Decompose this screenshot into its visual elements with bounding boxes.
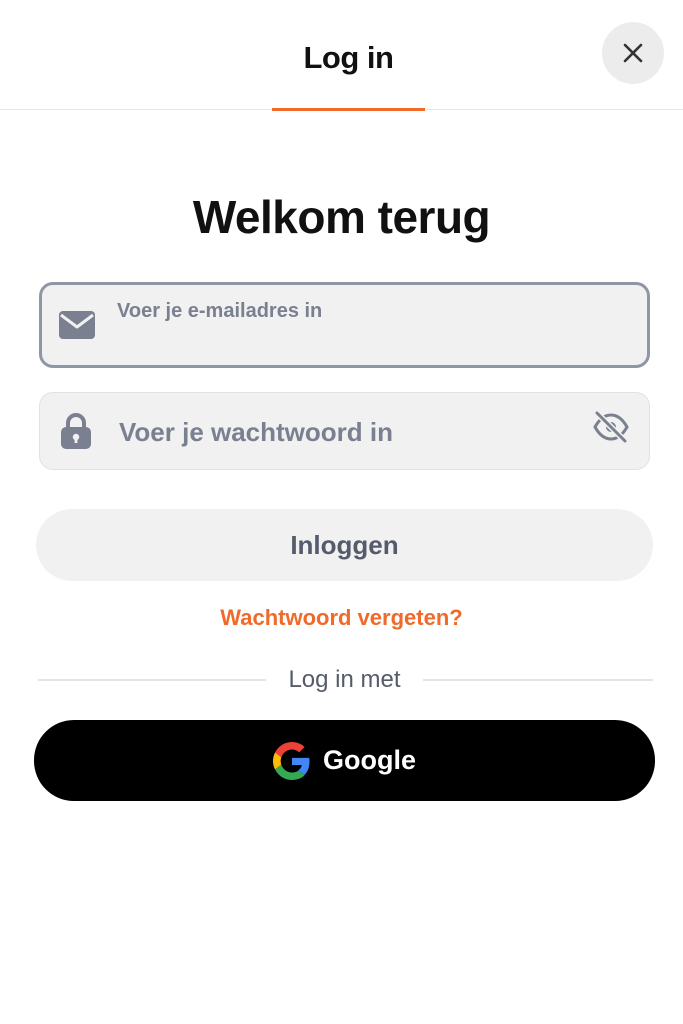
- tab-active-indicator: [272, 108, 425, 111]
- divider-line-left: [38, 679, 266, 681]
- google-icon: [273, 741, 311, 780]
- tab-login-label: Log in: [303, 40, 394, 75]
- password-placeholder: Voer je wachtwoord in: [119, 417, 394, 447]
- eye-off-icon: [593, 410, 629, 444]
- google-login-button[interactable]: Google: [34, 720, 655, 801]
- tab-login[interactable]: Log in: [272, 0, 425, 111]
- divider-text: Log in met: [288, 666, 401, 693]
- header: Log in: [0, 0, 683, 111]
- close-icon: [623, 43, 643, 63]
- forgot-password-link[interactable]: Wachtwoord vergeten?: [0, 605, 683, 631]
- close-button[interactable]: [602, 22, 664, 84]
- email-placeholder: Voer je e-mailadres in: [117, 300, 323, 322]
- login-button[interactable]: Inloggen: [36, 509, 653, 581]
- show-password-toggle[interactable]: [591, 407, 631, 447]
- google-button-label: Google: [323, 745, 416, 775]
- divider-line-right: [423, 679, 653, 681]
- lock-icon: [58, 411, 94, 451]
- email-field[interactable]: Voer je e-mailadres in: [39, 282, 650, 368]
- password-field[interactable]: Voer je wachtwoord in: [39, 392, 650, 470]
- page-title: Welkom terug: [192, 191, 491, 243]
- envelope-icon: [57, 307, 97, 343]
